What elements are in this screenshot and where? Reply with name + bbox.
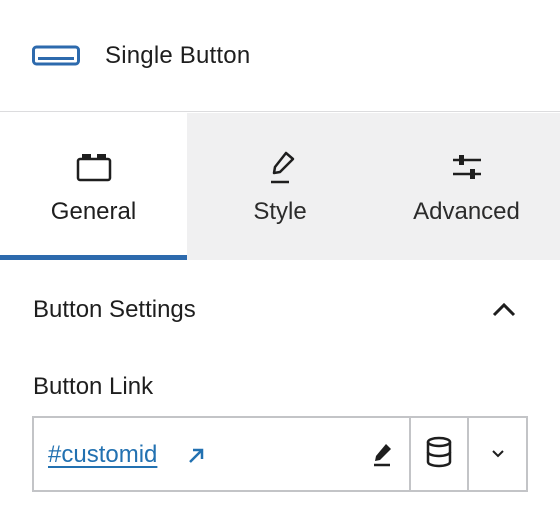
external-link-icon[interactable] <box>186 446 206 466</box>
link-field: #customid <box>34 418 411 490</box>
pencil-icon[interactable] <box>364 436 400 472</box>
tab-general-label: General <box>50 198 137 225</box>
link-value[interactable]: #customid <box>48 440 157 470</box>
button-block-icon <box>32 44 80 68</box>
tab-advanced-label: Advanced <box>413 198 520 225</box>
chevron-down-icon <box>490 445 506 463</box>
active-tab-indicator <box>0 255 187 260</box>
chevron-up-icon[interactable] <box>488 294 520 326</box>
section-title: Button Settings <box>33 296 196 323</box>
tab-general[interactable]: General <box>0 113 187 260</box>
tab-style[interactable]: Style <box>187 113 373 260</box>
tab-advanced[interactable]: Advanced <box>373 113 560 260</box>
tab-style-label: Style <box>253 198 307 225</box>
button-link-label: Button Link <box>33 373 154 400</box>
sliders-icon <box>447 149 487 185</box>
paintbrush-icon <box>260 149 300 185</box>
button-settings-section[interactable]: Button Settings <box>0 286 560 334</box>
block-title: Single Button <box>105 42 251 69</box>
link-options-dropdown[interactable] <box>469 418 526 490</box>
dynamic-content-button[interactable] <box>411 418 469 490</box>
general-tab-icon <box>74 149 114 185</box>
button-link-control: #customid <box>32 416 528 492</box>
database-icon <box>425 436 453 473</box>
block-header: Single Button <box>0 0 560 112</box>
settings-tabs: General Style Advanced <box>0 113 560 260</box>
